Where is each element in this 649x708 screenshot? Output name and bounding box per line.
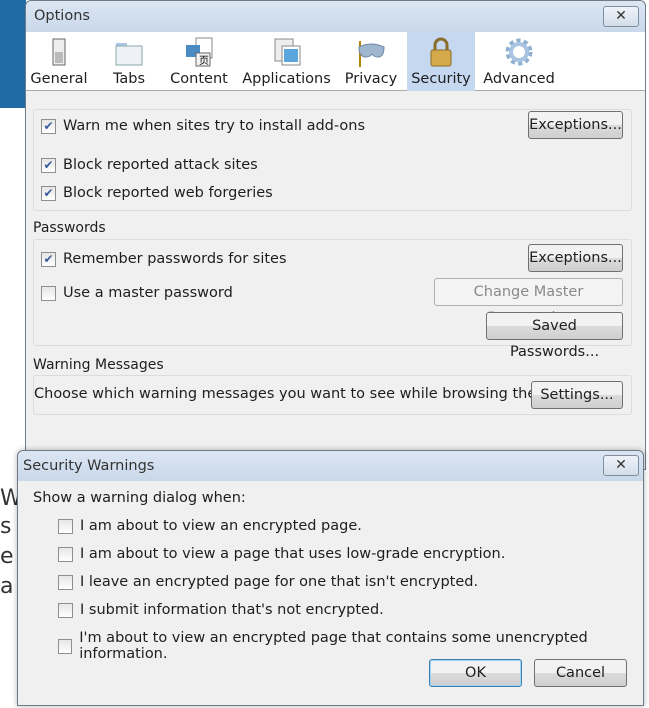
- warn-mixed-content-checkbox[interactable]: I'm about to view an encrypted page that…: [58, 630, 643, 662]
- checkbox-box[interactable]: [41, 285, 56, 301]
- gear-icon: [505, 38, 533, 66]
- warning-settings-button[interactable]: Settings...: [531, 381, 623, 409]
- warning-messages-text: Choose which warning messages you want t…: [34, 386, 571, 402]
- passwords-group: ✔ Remember passwords for sites Exceptions…: [33, 239, 632, 360]
- tab-label: Advanced: [483, 71, 555, 87]
- warning-messages-group: Choose which warning messages you want t…: [33, 375, 632, 415]
- applications-icon: [274, 38, 300, 66]
- checkbox-box[interactable]: ✔: [41, 118, 56, 134]
- options-tab-bar: General Tabs 页 Content Applications Priv…: [26, 32, 645, 91]
- background-text: e: [0, 544, 14, 569]
- close-icon: ✕: [615, 8, 627, 24]
- window-title: Options: [34, 8, 90, 24]
- tab-label: Security: [411, 71, 471, 87]
- saved-passwords-button[interactable]: Saved Passwords...: [486, 312, 623, 360]
- security-warnings-dialog: Security Warnings ✕ Show a warning dialo…: [17, 450, 644, 706]
- background-text: s: [0, 514, 12, 539]
- warn-low-grade-checkbox[interactable]: I am about to view a page that uses low-…: [58, 546, 505, 562]
- block-forgeries-checkbox[interactable]: ✔ Block reported web forgeries: [41, 185, 273, 201]
- checkbox-label: I submit information that's not encrypte…: [80, 602, 384, 618]
- checkbox-box[interactable]: ✔: [41, 185, 56, 201]
- tab-content[interactable]: 页 Content: [164, 32, 234, 91]
- tab-advanced[interactable]: Advanced: [481, 32, 557, 91]
- tab-applications[interactable]: Applications: [239, 32, 334, 91]
- security-warnings-titlebar: Security Warnings ✕: [18, 451, 643, 481]
- tab-general[interactable]: General: [26, 32, 92, 91]
- checkbox-box[interactable]: [58, 546, 73, 562]
- block-attack-sites-checkbox[interactable]: ✔ Block reported attack sites: [41, 157, 258, 173]
- change-master-password-button[interactable]: Change Master Password...: [434, 278, 623, 326]
- tab-label: Tabs: [112, 71, 146, 87]
- warn-addons-checkbox[interactable]: ✔ Warn me when sites try to install add-o…: [41, 118, 365, 134]
- options-window: Options ✕ General Tabs 页 Content Applica…: [25, 0, 646, 470]
- general-security-group: ✔ Warn me when sites try to install add-o…: [33, 109, 632, 211]
- options-titlebar: Options ✕: [26, 1, 645, 32]
- checkbox-box[interactable]: [58, 518, 73, 534]
- remember-passwords-checkbox[interactable]: ✔ Remember passwords for sites: [41, 251, 287, 267]
- checkbox-label: I'm about to view an encrypted page that…: [79, 630, 588, 662]
- checkbox-label: Block reported web forgeries: [63, 185, 273, 201]
- background-window-header: [0, 0, 26, 108]
- ok-button[interactable]: OK: [429, 659, 522, 687]
- master-password-checkbox[interactable]: Use a master password: [41, 285, 233, 301]
- tab-label: Privacy: [344, 71, 398, 87]
- checkbox-label: Block reported attack sites: [63, 157, 258, 173]
- tab-tabs[interactable]: Tabs: [100, 32, 158, 91]
- password-exceptions-button[interactable]: Exceptions...: [528, 244, 623, 272]
- tab-label: Content: [170, 71, 228, 87]
- tab-security[interactable]: Security: [407, 32, 475, 91]
- checkbox-box[interactable]: [58, 574, 73, 590]
- addon-exceptions-button[interactable]: Exceptions...: [528, 111, 623, 139]
- close-button[interactable]: ✕: [603, 455, 639, 476]
- tab-label: Applications: [242, 71, 331, 87]
- checkbox-box[interactable]: [58, 602, 73, 618]
- checkbox-label: Remember passwords for sites: [63, 251, 287, 267]
- checkbox-label: I am about to view an encrypted page.: [80, 518, 362, 534]
- dialog-title: Security Warnings: [23, 458, 155, 474]
- checkbox-label: I leave an encrypted page for one that i…: [80, 574, 479, 590]
- passwords-heading: Passwords: [33, 220, 106, 236]
- checkbox-box[interactable]: ✔: [41, 157, 56, 173]
- svg-text:页: 页: [199, 55, 209, 67]
- tab-privacy[interactable]: Privacy: [341, 32, 401, 91]
- checkbox-label: Use a master password: [63, 285, 233, 301]
- switch-icon: [52, 38, 66, 66]
- warning-messages-heading: Warning Messages: [33, 357, 164, 373]
- close-button[interactable]: ✕: [603, 6, 639, 27]
- checkbox-box[interactable]: [58, 638, 73, 654]
- checkbox-label: I am about to view a page that uses low-…: [80, 546, 506, 562]
- dialog-intro: Show a warning dialog when:: [33, 490, 246, 506]
- warn-view-encrypted-checkbox[interactable]: I am about to view an encrypted page.: [58, 518, 362, 534]
- warn-leave-encrypted-checkbox[interactable]: I leave an encrypted page for one that i…: [58, 574, 478, 590]
- cancel-button[interactable]: Cancel: [534, 659, 627, 687]
- mask-icon: [358, 41, 385, 67]
- content-page-icon: 页: [186, 37, 213, 67]
- tab-label: General: [30, 71, 88, 87]
- checkbox-label: Warn me when sites try to install add-on…: [63, 118, 366, 134]
- warn-submit-unencrypted-checkbox[interactable]: I submit information that's not encrypte…: [58, 602, 384, 618]
- folder-tab-icon: [115, 43, 143, 66]
- background-text: a: [0, 574, 14, 599]
- checkbox-box[interactable]: ✔: [41, 251, 56, 267]
- padlock-icon: [430, 37, 452, 67]
- close-icon: ✕: [615, 457, 627, 473]
